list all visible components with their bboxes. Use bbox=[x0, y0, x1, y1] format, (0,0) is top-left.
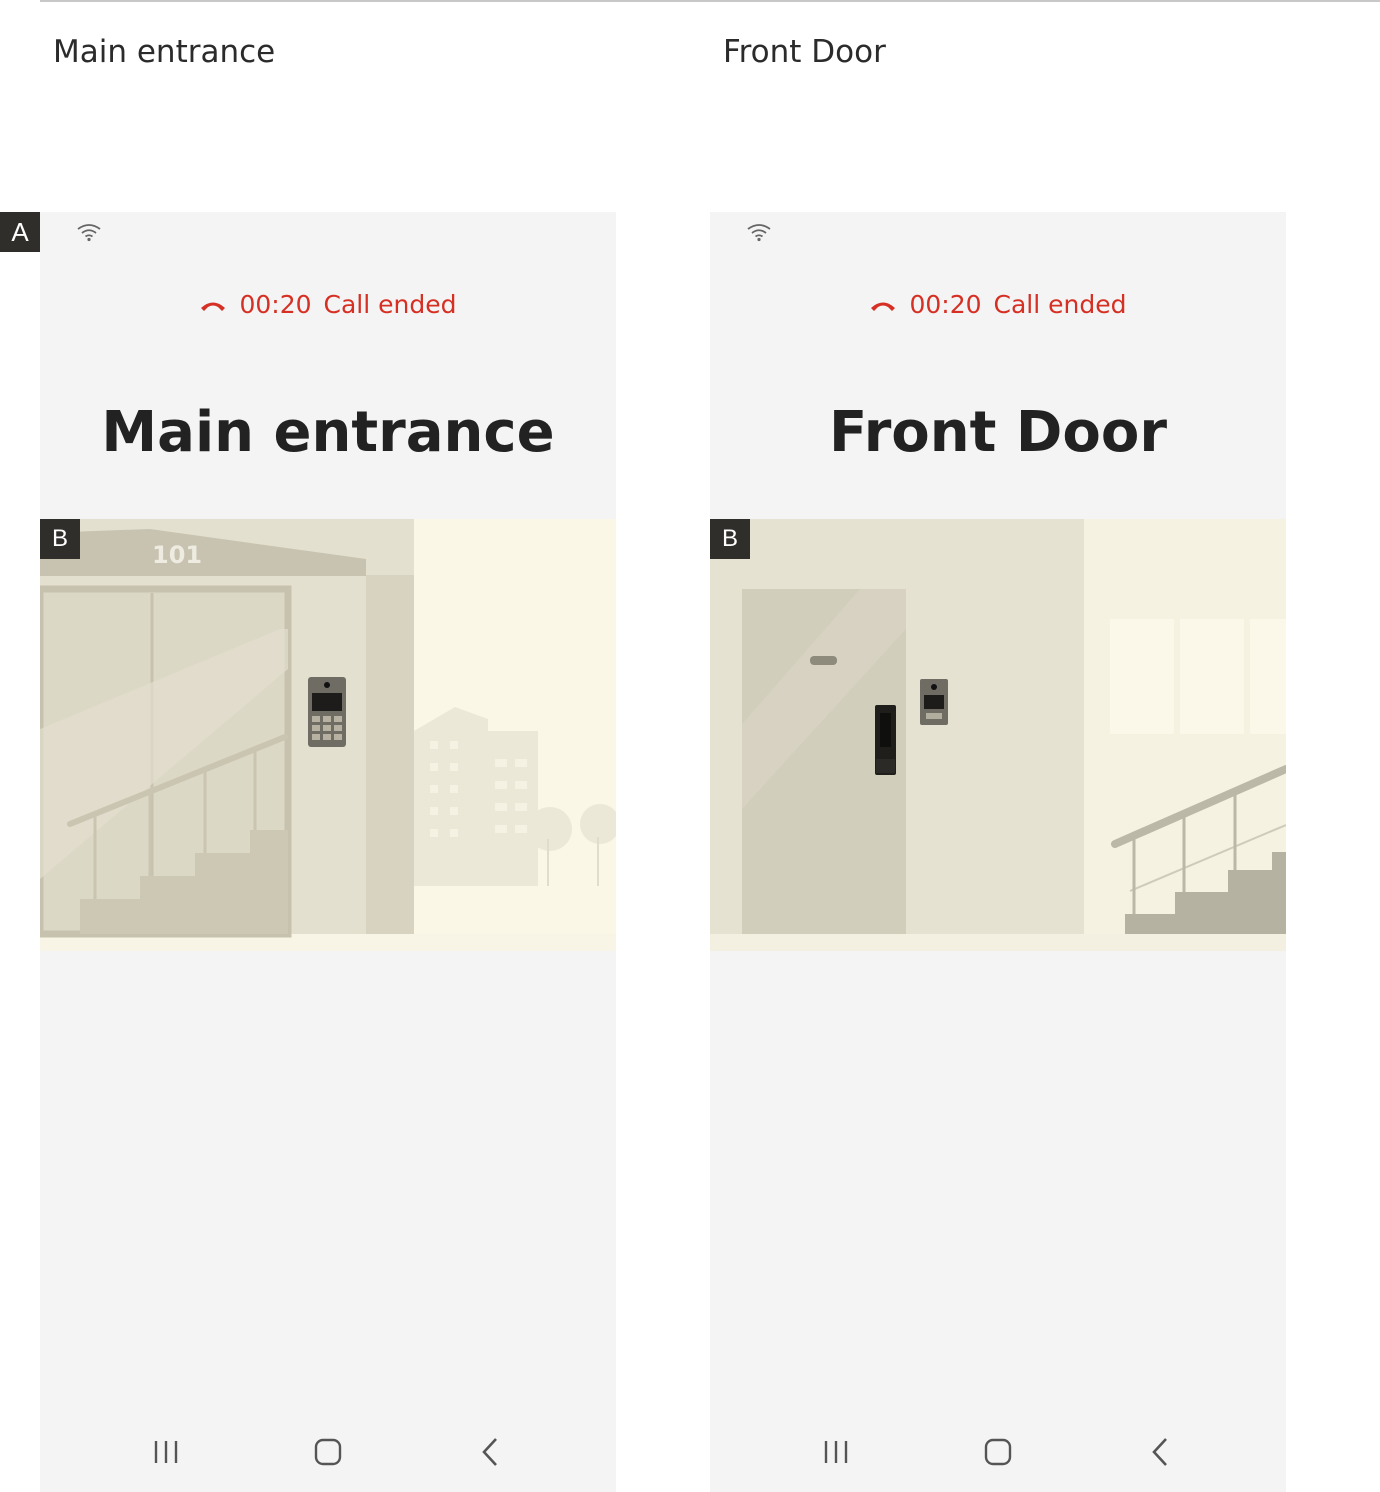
recents-icon[interactable] bbox=[816, 1434, 856, 1470]
hangup-icon bbox=[871, 302, 896, 311]
camera-view: 101 B bbox=[40, 519, 616, 951]
callout-badge-a: A bbox=[0, 212, 40, 252]
call-title: Front Door bbox=[829, 400, 1167, 465]
callout-badge-b: B bbox=[710, 519, 750, 559]
camera-view: B bbox=[710, 519, 1286, 951]
recents-icon[interactable] bbox=[146, 1434, 186, 1470]
caption-left: Main entrance bbox=[53, 34, 276, 70]
call-status: 00:20 Call ended bbox=[40, 290, 616, 319]
phone-screen-front-door: 00:20 Call ended Front Door B bbox=[710, 212, 1286, 1492]
call-status-label: Call ended bbox=[323, 290, 457, 319]
phone-screen-main-entrance: 00:20 Call ended Main entrance 101 B bbox=[40, 212, 616, 1492]
caption-right: Front Door bbox=[723, 34, 886, 70]
call-status-label: Call ended bbox=[993, 290, 1127, 319]
building-number: 101 bbox=[152, 541, 202, 569]
hangup-icon bbox=[201, 302, 226, 311]
back-icon[interactable] bbox=[1140, 1434, 1180, 1470]
navigation-bar bbox=[710, 1412, 1286, 1492]
call-duration: 00:20 bbox=[239, 290, 312, 319]
call-status: 00:20 Call ended bbox=[710, 290, 1286, 319]
home-icon[interactable] bbox=[308, 1434, 348, 1470]
navigation-bar bbox=[40, 1412, 616, 1492]
home-icon[interactable] bbox=[978, 1434, 1018, 1470]
top-divider bbox=[40, 0, 1380, 2]
wifi-icon bbox=[747, 224, 771, 242]
wifi-icon bbox=[77, 224, 101, 242]
call-duration: 00:20 bbox=[909, 290, 982, 319]
callout-badge-b: B bbox=[40, 519, 80, 559]
back-icon[interactable] bbox=[470, 1434, 510, 1470]
call-title: Main entrance bbox=[101, 400, 555, 465]
